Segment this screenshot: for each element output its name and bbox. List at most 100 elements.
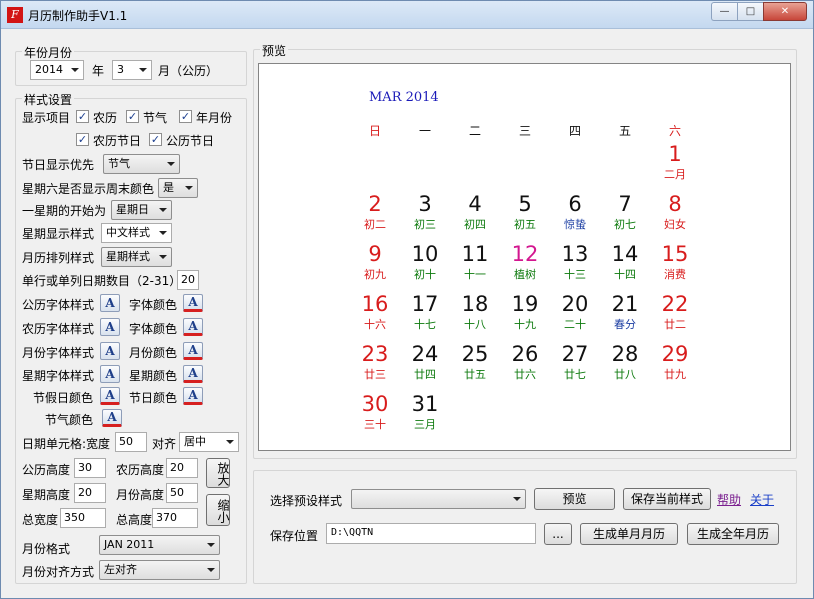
calendar-day-cell: 10 初十 xyxy=(405,242,445,282)
preset-select[interactable] xyxy=(351,489,526,509)
weekday-header: 日 xyxy=(368,124,381,138)
day-number: 12 xyxy=(511,242,539,266)
saturday-weekend-label: 星期六是否显示周末颜色 xyxy=(22,182,155,196)
cell-width-input[interactable]: 50 xyxy=(115,432,147,452)
week-start-select[interactable]: 星期日 xyxy=(111,200,172,220)
browse-button[interactable]: ... xyxy=(544,523,572,545)
year-month-checkbox[interactable]: ✓ xyxy=(179,110,192,123)
saturday-weekend-select[interactable]: 是 xyxy=(158,178,198,198)
minimize-icon[interactable]: — xyxy=(711,2,737,21)
day-number: 8 xyxy=(668,192,682,216)
solar-color-icon[interactable]: A xyxy=(183,294,203,312)
save-path-input[interactable]: D:\QQTN xyxy=(326,523,536,544)
month-select[interactable]: 3 xyxy=(112,60,152,80)
holiday-color-label: 节假日颜色 xyxy=(33,391,94,405)
week-display-select[interactable]: 中文样式 xyxy=(101,223,172,243)
lunar-label: 廿三 xyxy=(364,368,386,381)
holiday-priority-select[interactable]: 节气 xyxy=(103,154,180,174)
lunar-label: 廿八 xyxy=(614,368,636,381)
weekday-header: 二 xyxy=(468,124,481,138)
lunar-checkbox[interactable]: ✓ xyxy=(76,110,89,123)
generate-month-button[interactable]: 生成单月月历 xyxy=(580,523,678,545)
lunar-label: 十七 xyxy=(414,318,436,331)
help-link[interactable]: 帮助 xyxy=(717,491,741,508)
lunar-height-input[interactable]: 20 xyxy=(166,458,198,478)
chevron-down-icon xyxy=(159,255,167,259)
calendar-day-cell: 15 消费 xyxy=(655,242,695,282)
calendar-day-cell: 6 惊蛰 xyxy=(555,192,595,232)
week-font-label: 星期字体样式 xyxy=(22,369,95,383)
week-start-value: 星期日 xyxy=(116,203,149,216)
solar-festival-checkbox[interactable]: ✓ xyxy=(149,133,162,146)
align-select[interactable]: 居中 xyxy=(179,432,239,452)
lunar-font-icon[interactable]: A xyxy=(100,318,120,336)
day-number: 14 xyxy=(611,242,639,266)
cell-width-label: 日期单元格:宽度 xyxy=(22,437,111,451)
window-controls: — □ ✕ xyxy=(711,2,807,21)
title-bar[interactable]: F 月历制作助手V1.1 — □ ✕ xyxy=(1,1,813,29)
day-number: 25 xyxy=(461,342,489,366)
zoom-out-button[interactable]: 缩小 xyxy=(206,494,230,526)
festival-color-icon[interactable]: A xyxy=(183,387,203,405)
lunar-label: 廿二 xyxy=(664,318,686,331)
close-icon[interactable]: ✕ xyxy=(763,2,807,21)
preview-group-label: 预览 xyxy=(260,42,289,59)
lunar-label: 春分 xyxy=(614,318,636,331)
holiday-color-icon[interactable]: A xyxy=(100,387,120,405)
day-number: 13 xyxy=(561,242,589,266)
calendar-day-cell: 11 十一 xyxy=(455,242,495,282)
month-color-icon[interactable]: A xyxy=(183,342,203,360)
calendar-day-cell: 3 初三 xyxy=(405,192,445,232)
day-number: 29 xyxy=(661,342,689,366)
day-number: 2 xyxy=(368,192,382,216)
month-layout-select[interactable]: 星期样式 xyxy=(101,247,172,267)
year-select[interactable]: 2014 xyxy=(30,60,84,80)
solar-term-checkbox[interactable]: ✓ xyxy=(126,110,139,123)
lunar-festival-checkbox[interactable]: ✓ xyxy=(76,133,89,146)
month-layout-value: 星期样式 xyxy=(106,250,150,263)
generate-year-button[interactable]: 生成全年月历 xyxy=(687,523,779,545)
day-number: 27 xyxy=(561,342,589,366)
month-align-value: 左对齐 xyxy=(104,563,137,576)
chevron-down-icon xyxy=(167,162,175,166)
solar-font-icon[interactable]: A xyxy=(100,294,120,312)
holiday-priority-value: 节气 xyxy=(108,157,130,170)
solar-height-input[interactable]: 30 xyxy=(74,458,106,478)
year-label: 年 xyxy=(92,64,105,78)
per-line-input[interactable]: 20 xyxy=(177,270,199,290)
calendar-month-title: MAR 2014 xyxy=(369,90,439,105)
weekday-header: 五 xyxy=(618,124,631,138)
month-height-input[interactable]: 50 xyxy=(166,483,198,503)
lunar-label: 十六 xyxy=(364,318,386,331)
solar-term-color-icon[interactable]: A xyxy=(102,409,122,427)
lunar-label: 初九 xyxy=(364,268,386,281)
solar-festival-checkbox-label: 公历节日 xyxy=(166,134,215,148)
week-display-label: 星期显示样式 xyxy=(22,227,95,241)
calendar-day-cell: 14 十四 xyxy=(605,242,645,282)
preview-button[interactable]: 预览 xyxy=(534,488,615,510)
day-number: 16 xyxy=(361,292,389,316)
lunar-label: 初十 xyxy=(414,268,436,281)
chevron-down-icon xyxy=(207,568,215,572)
maximize-icon[interactable]: □ xyxy=(737,2,763,21)
zoom-in-button[interactable]: 放大 xyxy=(206,458,230,488)
lunar-label: 十八 xyxy=(464,318,486,331)
month-font-icon[interactable]: A xyxy=(100,342,120,360)
total-width-input[interactable]: 350 xyxy=(60,508,106,528)
day-number: 22 xyxy=(661,292,689,316)
about-link[interactable]: 关于 xyxy=(750,491,774,508)
month-format-label: 月份格式 xyxy=(22,542,71,556)
week-height-input[interactable]: 20 xyxy=(74,483,106,503)
lunar-label: 初三 xyxy=(414,218,436,231)
year-month-group-label: 年份月份 xyxy=(22,44,75,61)
week-color-icon[interactable]: A xyxy=(183,365,203,383)
month-format-select[interactable]: JAN 2011 xyxy=(99,535,220,555)
week-font-icon[interactable]: A xyxy=(100,365,120,383)
day-number: 9 xyxy=(368,242,382,266)
save-style-button[interactable]: 保存当前样式 xyxy=(623,488,711,510)
total-height-input[interactable]: 370 xyxy=(152,508,198,528)
calendar-day-cell: 9 初九 xyxy=(355,242,395,282)
month-align-select[interactable]: 左对齐 xyxy=(99,560,220,580)
lunar-color-icon[interactable]: A xyxy=(183,318,203,336)
day-number: 11 xyxy=(461,242,489,266)
